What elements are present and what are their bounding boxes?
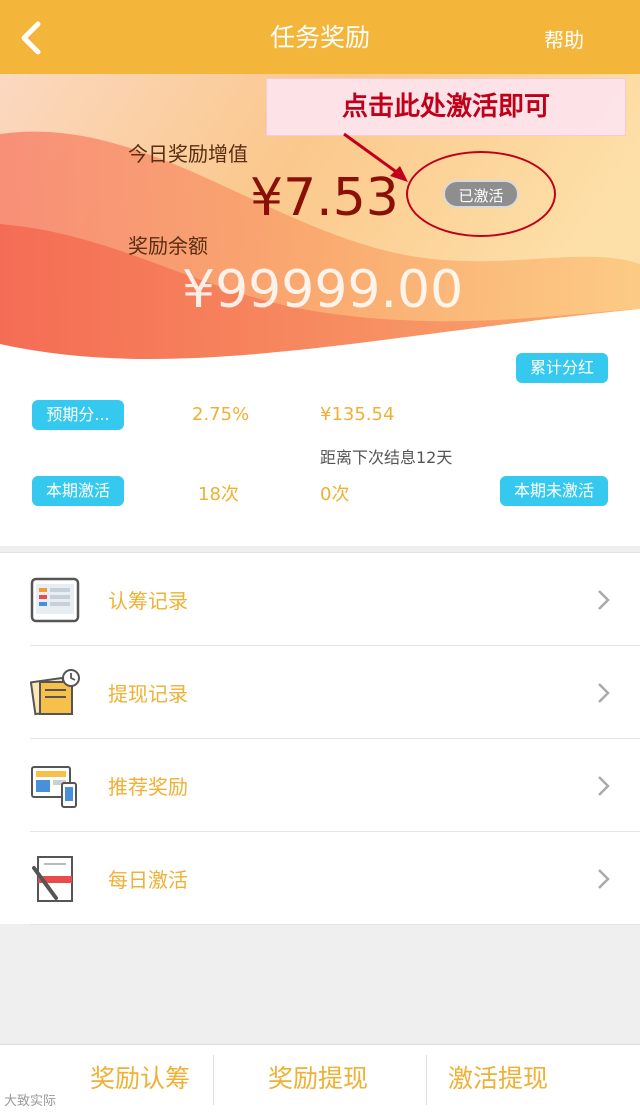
tablet-icon xyxy=(30,577,80,623)
active-count: 18次 xyxy=(198,484,239,505)
bottom-tab-bar: 奖励认筹 奖励提现 激活提现 xyxy=(0,1044,640,1113)
chevron-right-icon xyxy=(598,683,610,703)
rate-value: 2.75% xyxy=(192,404,250,425)
expected-dividend-button[interactable]: 预期分... xyxy=(32,400,124,430)
devices-icon xyxy=(31,766,77,808)
menu-item-label: 推荐奖励 xyxy=(108,775,188,799)
stats-panel: 累计分红 预期分... 2.75% ¥135.54 距离下次结息12天 本期激活… xyxy=(0,353,640,546)
tab-reward-subscribe[interactable]: 奖励认筹 xyxy=(50,1045,230,1113)
annotation-callout: 点击此处激活即可 xyxy=(266,78,626,136)
menu-item-label: 提现记录 xyxy=(108,682,188,706)
watermark: 大致实际 xyxy=(4,1094,57,1109)
menu-item-subscription-records[interactable]: 认筹记录 xyxy=(0,553,640,646)
notes-clock-icon xyxy=(30,669,80,716)
menu-item-daily-activation[interactable]: 每日激活 xyxy=(0,832,640,925)
menu-item-withdrawal-records[interactable]: 提现记录 xyxy=(0,646,640,739)
menu-item-label: 认筹记录 xyxy=(108,589,188,613)
top-bar: 任务奖励 帮助 xyxy=(0,0,640,74)
annotation-text: 点击此处激活即可 xyxy=(341,92,550,122)
balance-label: 奖励余额 xyxy=(128,234,208,258)
today-reward-label: 今日奖励增值 xyxy=(128,142,248,166)
inactive-count: 0次 xyxy=(320,484,350,505)
expected-amount: ¥135.54 xyxy=(320,404,395,425)
tab-activate-withdraw[interactable]: 激活提现 xyxy=(408,1045,588,1113)
menu-list: 认筹记录 提现记录 推荐奖励 每日激活 xyxy=(0,552,640,925)
activated-badge[interactable]: 已激活 xyxy=(443,180,519,208)
cumulative-dividend-button[interactable]: 累计分红 xyxy=(516,353,608,383)
help-link[interactable]: 帮助 xyxy=(544,20,584,60)
balance-value: ¥99999.00 xyxy=(182,260,464,320)
menu-item-referral-rewards[interactable]: 推荐奖励 xyxy=(0,739,640,832)
current-active-button[interactable]: 本期激活 xyxy=(32,476,124,506)
tab-reward-withdraw[interactable]: 奖励提现 xyxy=(228,1045,408,1113)
chevron-right-icon xyxy=(598,776,610,796)
chevron-right-icon xyxy=(598,869,610,889)
current-inactive-button[interactable]: 本期未激活 xyxy=(500,476,608,506)
menu-item-label: 每日激活 xyxy=(108,868,188,892)
chevron-right-icon xyxy=(598,590,610,610)
next-settlement-note: 距离下次结息12天 xyxy=(320,448,453,467)
book-pen-icon xyxy=(32,856,73,902)
